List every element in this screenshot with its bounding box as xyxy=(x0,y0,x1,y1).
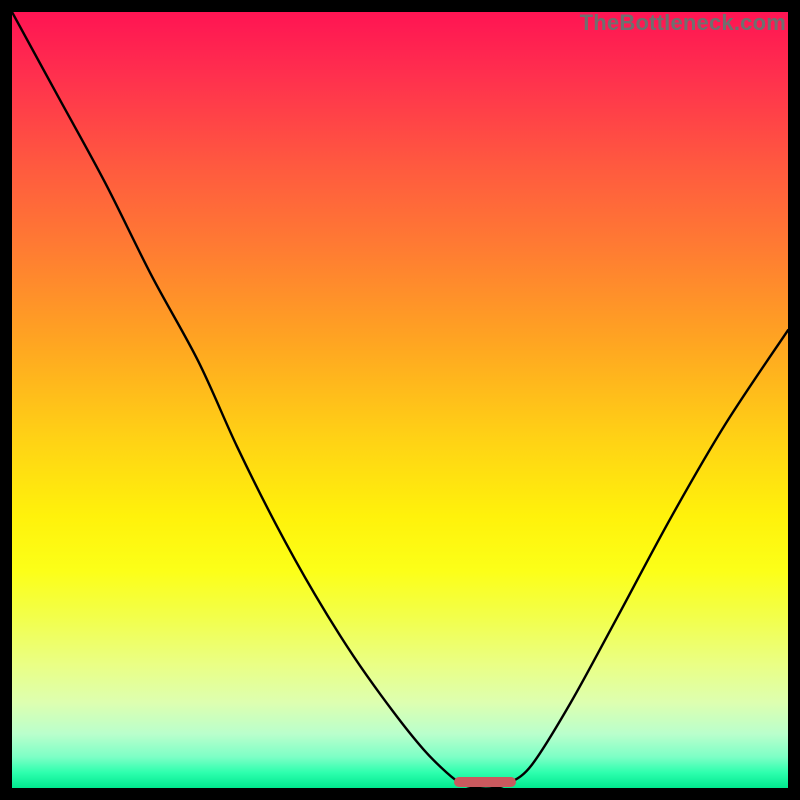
watermark-text: TheBottleneck.com xyxy=(580,10,786,36)
plot-area xyxy=(12,12,788,788)
chart-frame: TheBottleneck.com xyxy=(0,0,800,800)
curve-path xyxy=(12,12,788,788)
bottleneck-curve xyxy=(12,12,788,788)
optimal-range-marker xyxy=(454,777,516,787)
